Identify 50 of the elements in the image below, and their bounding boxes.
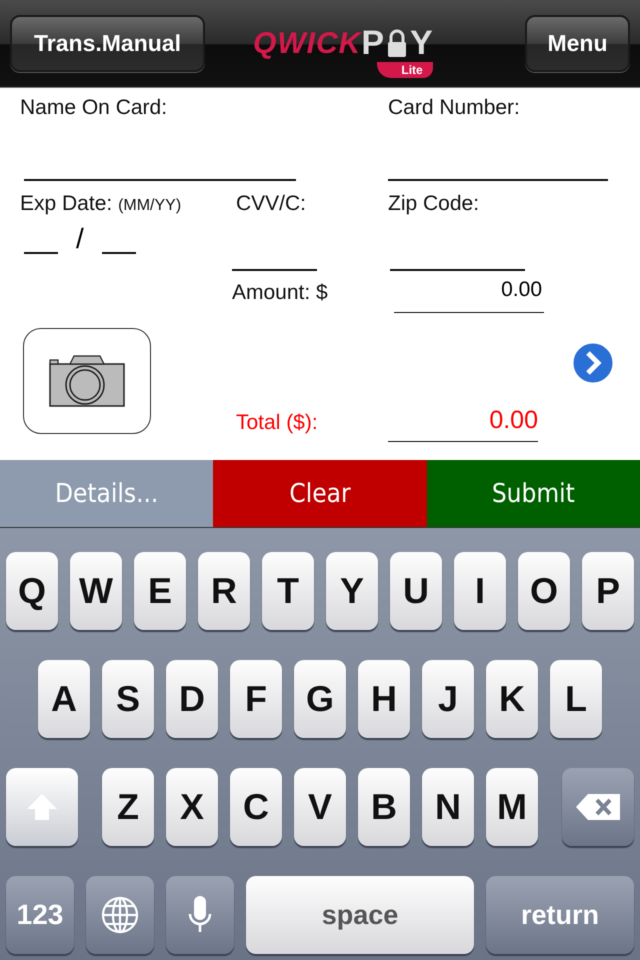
amount-label: Amount: $ [232, 281, 329, 305]
letter-key[interactable]: O [518, 552, 570, 630]
total-label: Total ($): [235, 411, 319, 435]
backspace-key[interactable] [562, 768, 634, 846]
total-field: 0.00 [388, 402, 538, 442]
action-button[interactable]: Clear [213, 460, 427, 528]
letter-key[interactable]: H [358, 660, 410, 738]
camera-button[interactable] [23, 328, 151, 434]
exp-date-hint: (MM/YY) [118, 197, 182, 214]
letter-key[interactable]: Q [6, 552, 58, 630]
letter-key[interactable]: C [230, 768, 282, 846]
letter-key[interactable]: J [422, 660, 474, 738]
space-key[interactable]: space [246, 876, 474, 954]
letter-key[interactable]: Z [102, 768, 154, 846]
letter-key[interactable]: K [486, 660, 538, 738]
letter-key[interactable]: R [198, 552, 250, 630]
letter-key[interactable]: L [550, 660, 602, 738]
letter-key[interactable]: W [70, 552, 122, 630]
letter-key[interactable]: E [134, 552, 186, 630]
action-button[interactable]: Submit [426, 460, 640, 528]
exp-date-label: Exp Date: [20, 192, 112, 215]
letter-key[interactable]: G [294, 660, 346, 738]
name-label: Name On Card: [20, 96, 168, 120]
letter-key[interactable]: U [390, 552, 442, 630]
globe-key[interactable] [86, 876, 154, 954]
trans-manual-button[interactable]: Trans.Manual [10, 15, 205, 72]
letter-key[interactable]: N [422, 768, 474, 846]
menu-button[interactable]: Menu [525, 15, 630, 72]
backspace-icon [574, 792, 622, 822]
letter-key[interactable]: S [102, 660, 154, 738]
microphone-key[interactable] [166, 876, 234, 954]
letter-key[interactable]: M [486, 768, 538, 846]
letter-key[interactable]: I [454, 552, 506, 630]
letter-key[interactable]: Y [326, 552, 378, 630]
camera-icon [48, 354, 126, 408]
globe-icon [100, 895, 140, 935]
letter-key[interactable]: V [294, 768, 346, 846]
date-separator: / [76, 224, 84, 254]
letter-key[interactable]: A [38, 660, 90, 738]
letter-key[interactable]: B [358, 768, 410, 846]
letter-key[interactable]: X [166, 768, 218, 846]
cvv-label: CVV/C: [235, 192, 308, 216]
zip-code-label: Zip Code: [388, 192, 480, 216]
letter-key[interactable]: F [230, 660, 282, 738]
amount-field[interactable]: 0.00 [394, 277, 544, 313]
letter-key[interactable]: T [262, 552, 314, 630]
letter-key[interactable]: P [582, 552, 634, 630]
letter-key[interactable]: D [166, 660, 218, 738]
card-number-label: Card Number: [388, 96, 521, 120]
shift-icon [25, 792, 59, 822]
